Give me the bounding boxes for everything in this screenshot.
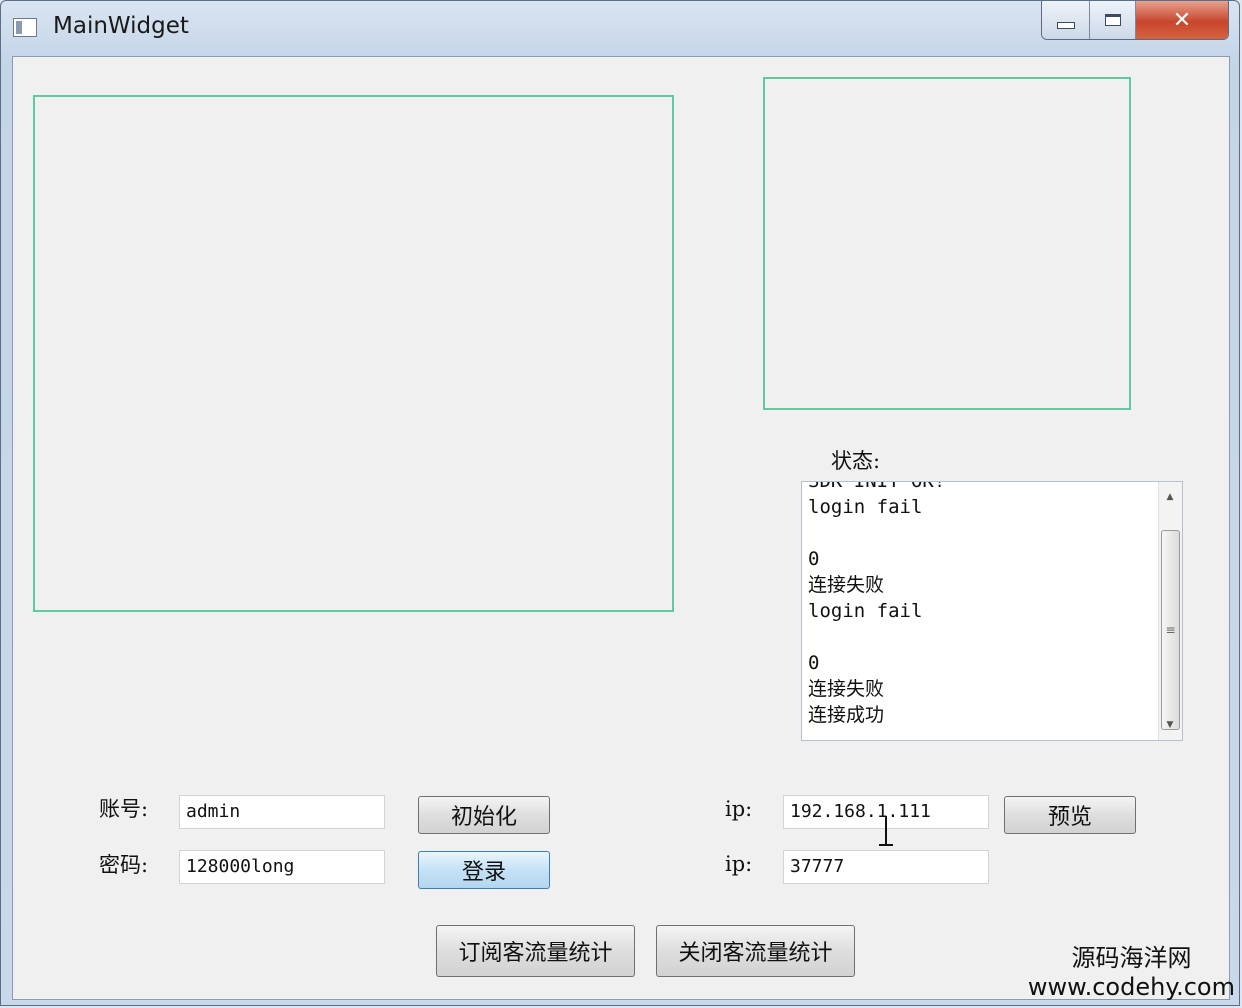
app-window-icon: [13, 18, 37, 37]
main-video-frame: [33, 95, 674, 612]
subscribe-stats-button[interactable]: 订阅客流量统计: [436, 925, 635, 977]
watermark-line-1: 源码海洋网: [1071, 944, 1192, 972]
log-line: login fail: [808, 496, 923, 518]
log-line: SDK INIT OK!: [808, 481, 946, 492]
close-stats-button[interactable]: 关闭客流量统计: [656, 925, 855, 977]
log-line: 连接失败: [808, 574, 885, 596]
login-button[interactable]: 登录: [418, 851, 550, 889]
text-cursor-icon: [879, 816, 893, 846]
port-label: ip:: [725, 852, 753, 876]
status-label: 状态:: [831, 449, 881, 473]
log-line: login fail: [808, 600, 923, 622]
client-area: 状态: SDK INIT OK! login fail 0 连接失败 login…: [12, 56, 1230, 1000]
secondary-video-frame: [763, 77, 1131, 410]
title-bar[interactable]: MainWidget ✕: [1, 1, 1239, 53]
minimize-button[interactable]: [1042, 1, 1090, 39]
log-scrollbar[interactable]: ▲ ≡ ▼: [1158, 482, 1182, 740]
main-window: MainWidget ✕ 状态: SDK INIT OK! login fail…: [0, 0, 1240, 1006]
account-field[interactable]: admin: [179, 795, 385, 829]
ip-label: ip:: [725, 797, 753, 821]
close-icon: ✕: [1172, 7, 1192, 33]
watermark: 源码海洋网 www.codehy.com: [1028, 943, 1235, 1001]
init-button[interactable]: 初始化: [418, 796, 550, 834]
scroll-up-arrow-icon[interactable]: ▲: [1159, 486, 1181, 508]
close-window-button[interactable]: ✕: [1136, 1, 1228, 39]
window-title: MainWidget: [53, 13, 189, 39]
log-line: 0: [808, 548, 820, 570]
log-line: 连接失败: [808, 678, 885, 700]
preview-button[interactable]: 预览: [1004, 796, 1136, 834]
log-line: 连接成功: [808, 704, 885, 726]
scrollbar-thumb[interactable]: ≡: [1161, 530, 1180, 730]
status-log-lines: SDK INIT OK! login fail 0 连接失败 login fai…: [808, 481, 1148, 728]
account-label: 账号:: [99, 797, 149, 821]
window-controls: ✕: [1041, 1, 1229, 40]
scroll-down-arrow-icon[interactable]: ▼: [1159, 714, 1181, 736]
port-field[interactable]: 37777: [783, 850, 989, 884]
watermark-line-2: www.codehy.com: [1027, 973, 1235, 1001]
maximize-icon: [1104, 14, 1121, 26]
log-line: 0: [808, 652, 820, 674]
status-log[interactable]: SDK INIT OK! login fail 0 连接失败 login fai…: [801, 481, 1183, 741]
password-label: 密码:: [99, 853, 149, 877]
password-field[interactable]: 128000long: [179, 850, 385, 884]
maximize-button[interactable]: [1090, 1, 1136, 39]
minimize-icon: [1056, 21, 1075, 29]
